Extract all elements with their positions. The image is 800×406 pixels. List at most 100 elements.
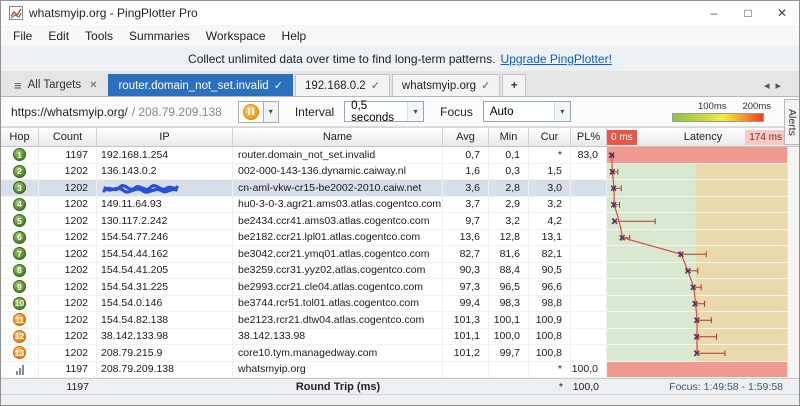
ip-cell: 154.54.77.246: [97, 229, 233, 246]
hop-row-target[interactable]: 1197 208.79.209.138 whatsmyip.org * 100,0: [1, 361, 799, 378]
hop-row-3[interactable]: 3 1202 cn-aml-vkw-cr15-be2002-2010.caiw.ne…: [1, 180, 799, 197]
round-trip-row[interactable]: 1197 Round Trip (ms) * 100,0 Focus: 1:49…: [1, 378, 799, 394]
latency-cell: [607, 246, 799, 263]
tab-label: router.domain_not_set.invalid: [118, 79, 269, 92]
vertical-scrollbar[interactable]: [787, 147, 799, 378]
menu-tools[interactable]: Tools: [77, 25, 121, 46]
focus-range: Focus: 1:49:58 - 1:59:58: [669, 381, 783, 393]
count-cell: 1197: [39, 361, 97, 378]
hop-number-badge: 9: [13, 280, 26, 294]
col-cur[interactable]: Cur: [529, 128, 571, 146]
hop-cell: 11: [1, 312, 39, 329]
check-icon: ✓: [273, 80, 283, 92]
min-cell: 96,5: [489, 279, 529, 296]
hop-row-10[interactable]: 10 1202 154.54.0.146 be3744.rcr51.tol01.atl…: [1, 295, 799, 312]
col-name[interactable]: Name: [233, 128, 443, 146]
close-button[interactable]: ✕: [765, 1, 799, 25]
hop-row-7[interactable]: 7 1202 154.54.44.162 be3042.ccr21.ymq01.atl…: [1, 246, 799, 263]
min-cell: 100,1: [489, 312, 529, 329]
focus-value: Auto: [489, 105, 514, 118]
menu-edit[interactable]: Edit: [40, 25, 77, 46]
ip-cell: 154.54.41.205: [97, 262, 233, 279]
tab-label: 192.168.0.2: [304, 79, 366, 92]
maximize-button[interactable]: □: [731, 1, 765, 25]
round-trip-label: Round Trip (ms): [295, 381, 381, 393]
menu-workspace[interactable]: Workspace: [198, 25, 274, 46]
pause-button[interactable]: [237, 100, 264, 123]
menu-file[interactable]: File: [5, 25, 40, 46]
horizontal-scrollbar[interactable]: [1, 394, 799, 405]
ip-cell: 130.117.2.242: [97, 213, 233, 230]
alerts-side-tab[interactable]: Alerts: [784, 99, 799, 145]
avg-cell: 1,6: [443, 163, 489, 180]
min-cell: 88,4: [489, 262, 529, 279]
hop-cell: 12: [1, 328, 39, 345]
pl-cell: [571, 196, 607, 213]
ip-cell: 154.54.0.146: [97, 295, 233, 312]
legend-200ms-label: 200ms: [742, 101, 771, 112]
col-pl[interactable]: PL%: [571, 128, 607, 146]
ip-cell: [97, 180, 233, 197]
col-hop[interactable]: Hop: [1, 128, 39, 146]
name-cell: 38.142.133.98: [233, 328, 443, 345]
tab-scroll-right-icon[interactable]: ▸: [775, 79, 781, 92]
hop-number-badge: 11: [13, 313, 26, 327]
latency-cell: [607, 295, 799, 312]
hop-row-9[interactable]: 9 1202 154.54.31.225 be2993.ccr21.cle04.atl…: [1, 279, 799, 296]
minimize-button[interactable]: –: [697, 1, 731, 25]
col-min[interactable]: Min: [489, 128, 529, 146]
hop-row-6[interactable]: 6 1202 154.54.77.246 be2182.ccr21.lpl01.atl…: [1, 229, 799, 246]
focus-select[interactable]: Auto ▾: [482, 101, 571, 122]
hop-cell: 3: [1, 180, 39, 197]
hop-cell: 2: [1, 163, 39, 180]
avg-cell: [443, 361, 489, 378]
upgrade-link[interactable]: Upgrade PingPlotter!: [501, 52, 612, 66]
count-cell: 1202: [39, 163, 97, 180]
min-cell: 0,3: [489, 163, 529, 180]
title-bar: whatsmyip.org - PingPlotter Pro – □ ✕: [1, 1, 799, 25]
hop-row-11[interactable]: 11 1202 154.54.82.138 be2123.rcr21.dtw04.at…: [1, 312, 799, 329]
hop-row-1[interactable]: 1 1197 192.168.1.254 router.domain_not_set.…: [1, 147, 799, 164]
hop-number-badge: 10: [13, 296, 26, 310]
tab-192.168.0.2[interactable]: 192.168.0.2 ✓: [294, 74, 390, 96]
legend-100ms-label: 100ms: [697, 101, 727, 112]
ip-text: 149.11.64.93: [101, 198, 162, 211]
focus-label: Focus: [440, 104, 473, 119]
menu-summaries[interactable]: Summaries: [121, 25, 198, 46]
count-cell: 1202: [39, 229, 97, 246]
trace-control: ▾: [237, 100, 279, 123]
hop-row-8[interactable]: 8 1202 154.54.41.205 be3259.ccr31.yyz02.atl…: [1, 262, 799, 279]
tab-whatsmyip.org[interactable]: whatsmyip.org ✓: [391, 74, 501, 96]
col-count[interactable]: Count: [39, 128, 97, 146]
cur-cell: 100,8: [529, 345, 571, 362]
hop-cell: 9: [1, 279, 39, 296]
name-cell: 002-000-143-136.dynamic.caiway.nl: [233, 163, 443, 180]
check-icon: ✓: [370, 80, 380, 92]
col-avg[interactable]: Avg: [443, 128, 489, 146]
latency-scale-min: 0 ms: [607, 130, 637, 145]
hop-row-13[interactable]: 13 1202 208.79.215.9 core10.tym.managedway.…: [1, 345, 799, 362]
hop-row-2[interactable]: 2 1202 136.143.0.2 002-000-143-136.dynamic.…: [1, 163, 799, 180]
cur-cell: 96,6: [529, 279, 571, 296]
new-target-button[interactable]: +: [502, 74, 527, 96]
tab-all-targets[interactable]: ≡ All Targets ✕: [5, 74, 106, 96]
tab-router.domain_not_set.invalid[interactable]: router.domain_not_set.invalid ✓: [108, 74, 293, 96]
hop-row-4[interactable]: 4 1202 149.11.64.93 hu0-3-0-3.agr21.ams03.a…: [1, 196, 799, 213]
pause-dropdown-button[interactable]: ▾: [263, 100, 279, 123]
hop-row-12[interactable]: 12 1202 38.142.133.98 38.142.133.98 101,1 100…: [1, 328, 799, 345]
avg-cell: 97,3: [443, 279, 489, 296]
ip-text: 154.54.44.162: [101, 247, 169, 260]
tab-scroll-left-icon[interactable]: ◂: [764, 79, 770, 92]
hop-cell: 13: [1, 345, 39, 362]
window-controls: – □ ✕: [697, 1, 799, 25]
col-latency[interactable]: 0 ms Latency 174 ms: [607, 128, 799, 146]
close-icon[interactable]: ✕: [89, 80, 97, 91]
upgrade-banner: Collect unlimited data over time to find…: [1, 47, 799, 71]
hop-cell: 6: [1, 229, 39, 246]
interval-select[interactable]: 0,5 seconds ▾: [344, 100, 425, 124]
ip-cell: 38.142.133.98: [97, 328, 233, 345]
hop-row-5[interactable]: 5 1202 130.117.2.242 be2434.ccr41.ams03.atl…: [1, 213, 799, 230]
col-ip[interactable]: IP: [97, 128, 233, 146]
menu-help[interactable]: Help: [274, 25, 315, 46]
pl-cell: [571, 279, 607, 296]
